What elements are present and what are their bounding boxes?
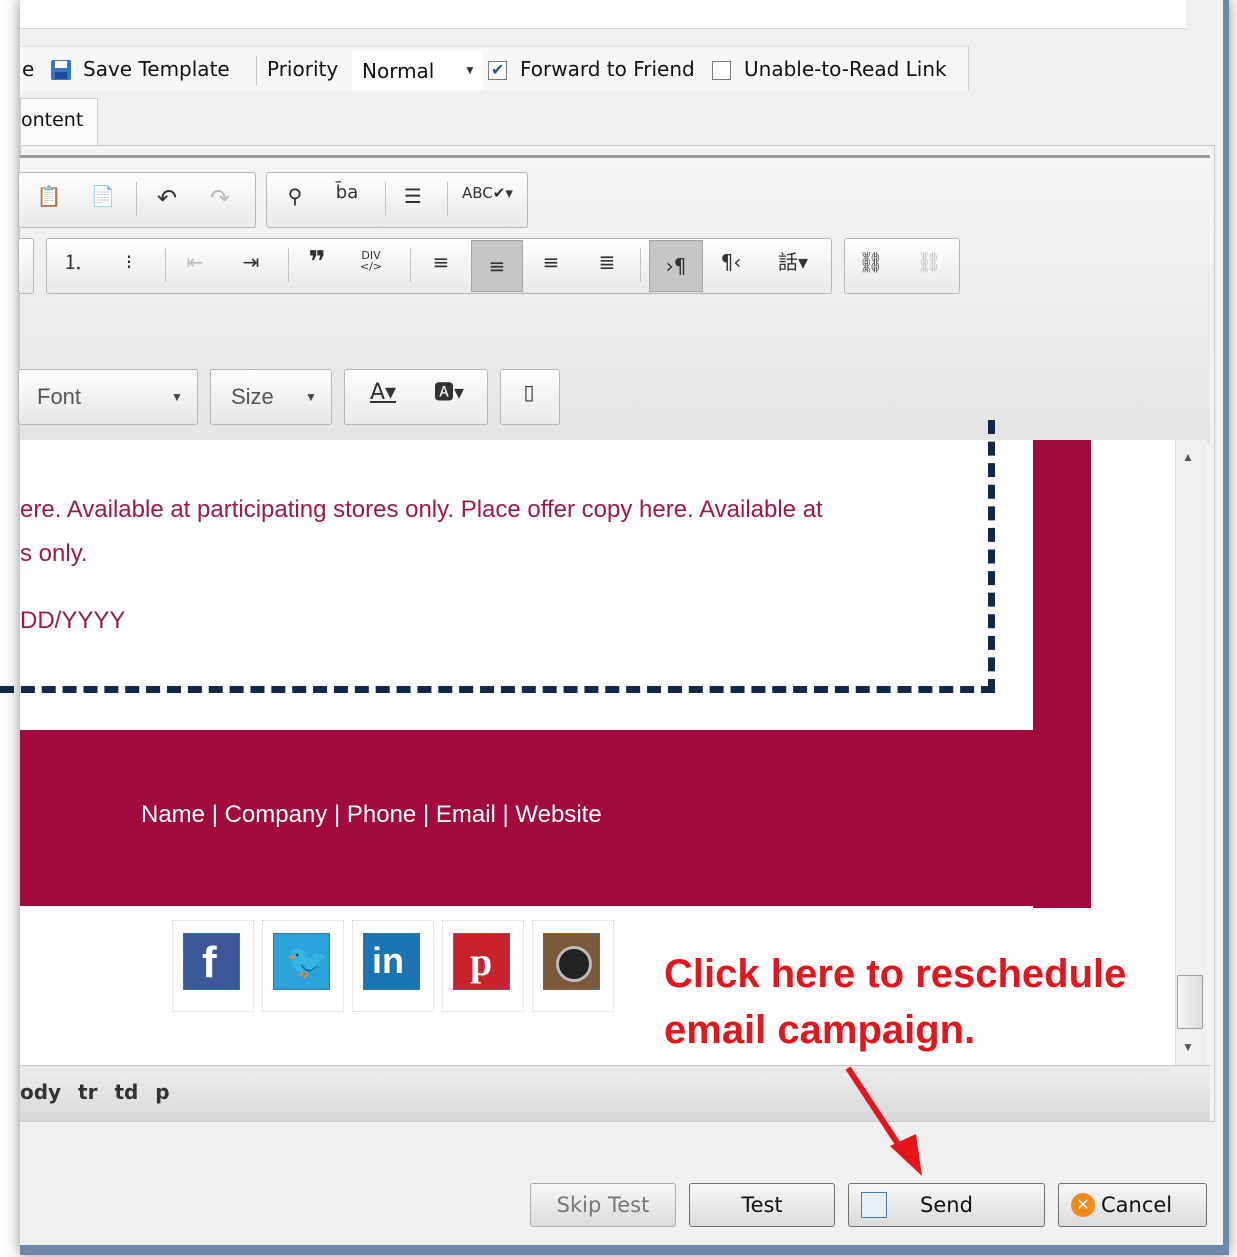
background-color-icon[interactable]: 🅰▾ — [424, 382, 474, 402]
toolbar-separator — [385, 182, 386, 216]
template-side-band — [1033, 440, 1091, 908]
toolbar-separator — [136, 182, 137, 216]
justify-icon[interactable]: ≣ — [592, 252, 622, 272]
scrollbar-thumb[interactable] — [1177, 975, 1203, 1029]
link-icon[interactable]: ⛓ — [856, 252, 886, 272]
scroll-up-icon[interactable]: ▲ — [1182, 450, 1194, 464]
skip-test-label: Skip Test — [556, 1193, 650, 1217]
annotation-callout: Click here to reschedule email campaign. — [664, 946, 1126, 1058]
toolbar-separator — [288, 248, 289, 282]
maximize-icon[interactable]: ▯ — [514, 382, 544, 402]
send-schedule-icon — [861, 1192, 887, 1218]
unlink-icon[interactable]: ⛓ — [914, 252, 944, 272]
unable-to-read-label: Unable-to-Read Link — [744, 57, 947, 81]
size-dropdown[interactable]: Size ▼ — [210, 369, 332, 425]
test-label: Test — [741, 1193, 783, 1217]
forward-to-friend-label: Forward to Friend — [520, 57, 695, 81]
rtl-icon[interactable]: ¶‹ — [714, 252, 748, 272]
options-partial-label: e — [22, 57, 35, 81]
align-left-icon[interactable]: ≡ — [426, 252, 456, 272]
text-color-icon[interactable]: A▾ — [358, 382, 408, 404]
ltr-icon[interactable]: ›¶ — [649, 240, 703, 292]
indent-icon[interactable]: ⇥ — [236, 252, 266, 272]
toolbar-separator — [165, 248, 166, 282]
toolbar-separator — [410, 248, 411, 282]
select-all-icon[interactable]: ☰ — [398, 186, 428, 206]
scroll-down-icon[interactable]: ▼ — [1182, 1040, 1194, 1054]
pinterest-icon[interactable]: p — [453, 933, 510, 990]
numbered-list-icon[interactable]: ⒈ — [58, 252, 88, 272]
create-div-icon[interactable]: DIV </> — [354, 250, 388, 272]
offer-expiry: DD/YYYY — [20, 607, 126, 634]
font-dropdown-label: Font — [37, 384, 82, 409]
unable-to-read-checkbox[interactable] — [712, 61, 731, 80]
undo-icon[interactable]: ↶ — [152, 186, 182, 210]
redo-icon[interactable]: ↷ — [205, 186, 235, 210]
chevron-down-icon: ▼ — [171, 390, 183, 404]
skip-test-button[interactable]: Skip Test — [530, 1183, 676, 1227]
tab-content-label: ontent — [21, 109, 84, 131]
bulleted-list-icon[interactable]: ⁝ — [114, 252, 144, 272]
offer-text-line2: s only. — [20, 540, 88, 567]
editor-scrollbar[interactable] — [1175, 440, 1206, 1065]
test-button[interactable]: Test — [689, 1183, 835, 1227]
replace-icon[interactable]: b̄a — [330, 184, 364, 202]
dialog-header-strip — [20, 0, 1186, 29]
offer-text-line1: ere. Available at participating stores o… — [20, 496, 823, 523]
size-dropdown-label: Size — [231, 384, 274, 409]
priority-label: Priority — [267, 57, 339, 81]
priority-value: Normal — [362, 59, 435, 83]
element-path-breadcrumb[interactable]: ody tr td p — [20, 1080, 170, 1104]
annotation-arrow-icon — [845, 1066, 922, 1176]
annotation-line2: email campaign. — [664, 1008, 976, 1052]
font-dropdown[interactable]: Font ▼ — [18, 369, 198, 425]
send-label: Send — [920, 1193, 973, 1217]
chevron-down-icon: ▼ — [305, 390, 317, 404]
twitter-icon[interactable]: 🐦 — [273, 933, 330, 990]
annotation-line1: Click here to reschedule — [664, 952, 1127, 996]
prev-group-edge — [18, 238, 34, 294]
save-icon[interactable] — [50, 59, 72, 81]
toolbar-separator — [640, 248, 641, 282]
linkedin-icon[interactable]: in — [363, 933, 420, 990]
send-button[interactable]: Send — [848, 1183, 1045, 1227]
offer-box — [0, 420, 995, 693]
chevron-down-icon: ▼ — [464, 63, 476, 77]
checkmark-icon: ✔ — [491, 60, 505, 79]
tab-content[interactable]: ontent — [20, 98, 98, 145]
align-center-icon[interactable]: ≡ — [471, 240, 523, 292]
save-template-button[interactable]: Save Template — [83, 57, 230, 81]
cancel-icon: ✕ — [1071, 1193, 1095, 1217]
footer-contact-text: Name | Company | Phone | Email | Website — [141, 801, 602, 828]
instagram-icon[interactable] — [543, 933, 600, 990]
blockquote-icon[interactable]: ❞ — [300, 248, 334, 278]
paste-word-icon[interactable]: 📄 — [88, 186, 118, 206]
forward-to-friend-checkbox[interactable]: ✔ — [488, 60, 507, 80]
spellcheck-icon[interactable]: ABC✔▾ — [462, 186, 513, 201]
editor-status-bar — [20, 1065, 1210, 1121]
toolbar-separator — [447, 182, 448, 216]
priority-select[interactable]: Normal ▼ — [352, 50, 482, 90]
paste-text-icon[interactable]: 📋 — [34, 186, 64, 206]
cancel-button[interactable]: ✕ Cancel — [1058, 1183, 1207, 1227]
toolbar-separator — [256, 56, 257, 86]
language-icon[interactable]: 話▾ — [768, 252, 818, 272]
cancel-label: Cancel — [1101, 1193, 1173, 1217]
find-icon[interactable]: ⚲ — [280, 186, 310, 206]
align-right-icon[interactable]: ≡ — [536, 252, 566, 272]
outdent-icon[interactable]: ⇤ — [180, 252, 210, 272]
facebook-icon[interactable]: f — [183, 933, 240, 990]
